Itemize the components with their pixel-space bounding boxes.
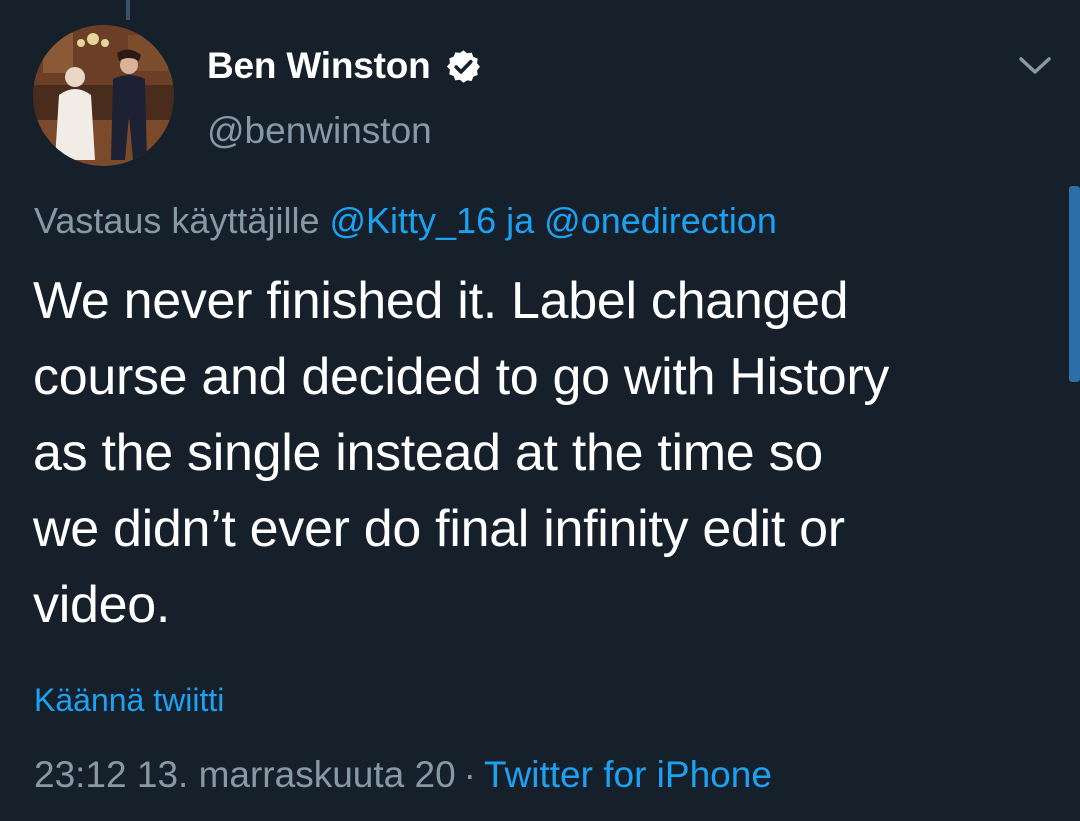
mention-link-onedirection[interactable]: @onedirection xyxy=(544,200,777,241)
author-display-name[interactable]: Ben Winston xyxy=(207,45,431,87)
tweet-metadata: 23:12 13. marraskuuta 20 · Twitter for iPh… xyxy=(34,754,772,796)
tweet-timestamp[interactable]: 23:12 13. marraskuuta 20 xyxy=(34,754,456,795)
tweet-detail-screen: Ben Winston @benwinston Vastaus käyttäji… xyxy=(0,0,1080,821)
verified-badge-icon xyxy=(446,49,480,83)
mention-link-kitty[interactable]: @Kitty_16 xyxy=(329,200,496,241)
author-name-row[interactable]: Ben Winston xyxy=(207,42,482,90)
avatar-photo xyxy=(33,25,174,166)
scrollbar[interactable] xyxy=(1069,186,1080,382)
reply-prefix: Vastaus käyttäjille xyxy=(34,200,320,241)
author-handle[interactable]: @benwinston xyxy=(207,110,432,152)
translate-tweet-link[interactable]: Käännä twiitti xyxy=(34,682,224,719)
tweet-text-line: We never finished it. Label changed xyxy=(33,272,849,330)
thread-connector-line xyxy=(126,0,130,20)
reply-connector: ja xyxy=(506,200,535,241)
meta-separator: · xyxy=(463,754,476,795)
tweet-text-line: as the single instead at the time so xyxy=(33,424,823,482)
tweet-body: We never finished it. Label changed cour… xyxy=(33,263,1053,643)
tweet-text-line: course and decided to go with History xyxy=(33,348,890,406)
tweet-client-link[interactable]: Twitter for iPhone xyxy=(484,754,772,795)
tweet-text-line: video. xyxy=(33,576,170,634)
tweet-text-line: we didn’t ever do final infinity edit or xyxy=(33,500,845,558)
chevron-down-icon[interactable] xyxy=(1012,48,1058,82)
reply-context: Vastaus käyttäjille @Kitty_16 ja @onedir… xyxy=(34,200,777,242)
avatar[interactable] xyxy=(33,25,174,166)
